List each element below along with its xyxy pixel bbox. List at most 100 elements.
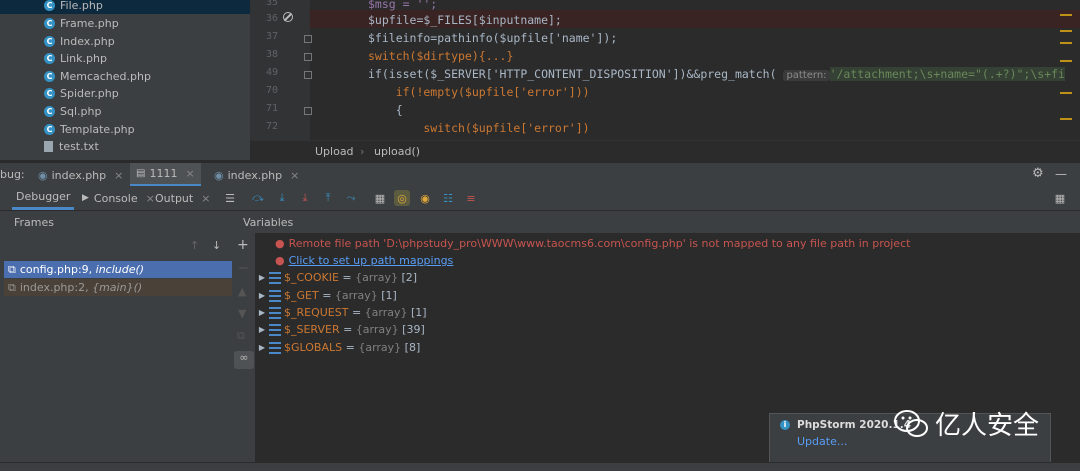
fold-icon[interactable]	[304, 35, 312, 43]
frames-header: Frames	[0, 211, 233, 233]
run-to-cursor-icon[interactable]: ⤳	[343, 190, 359, 206]
code-line: if(isset($_SERVER['HTTP_CONTENT_DISPOSIT…	[368, 67, 1065, 81]
session-tab[interactable]: ◉ index.php ×	[214, 163, 299, 187]
step-over-icon[interactable]: ⤓	[274, 190, 290, 206]
expand-arrow-icon[interactable]: ▶	[255, 308, 269, 317]
add-watch-icon[interactable]: ≡	[463, 190, 479, 206]
arrow-up-icon[interactable]: ↑	[190, 239, 199, 252]
code-line: $fileinfo=pathinfo($upfile['name']);	[368, 31, 618, 45]
list-icon[interactable]: ☷	[440, 190, 456, 206]
update-link[interactable]: Update...	[797, 435, 847, 448]
error-icon: ●	[275, 254, 285, 267]
fold-icon[interactable]	[304, 53, 312, 61]
line-number: 49	[265, 67, 278, 78]
move-up-icon[interactable]: ▲	[238, 285, 246, 298]
close-icon[interactable]: ×	[290, 169, 299, 182]
tab-debugger[interactable]: Debugger	[12, 186, 75, 210]
variable-row[interactable]: ▶ $_COOKIE = {array} [2]	[255, 269, 417, 286]
plus-icon[interactable]: +	[237, 237, 249, 253]
array-icon	[269, 323, 281, 336]
tree-item[interactable]: C Index.php	[44, 32, 115, 50]
php-class-icon: C	[44, 35, 55, 47]
php-class-icon: C	[44, 87, 55, 99]
chevron-right-icon: ›	[360, 145, 365, 158]
variable-row[interactable]: ▶ $_REQUEST = {array} [1]	[255, 304, 427, 321]
tab-output[interactable]: Output ×	[155, 186, 210, 210]
php-file-icon: ◉	[38, 168, 48, 182]
php-class-icon: C	[44, 0, 55, 11]
frame-item[interactable]: ⧉ index.php:2, {main}()	[4, 279, 232, 296]
watermark: 亿人安全	[893, 405, 1039, 442]
arrow-down-icon[interactable]: ↓	[212, 239, 221, 252]
variable-row[interactable]: ▶ $_SERVER = {array} [39]	[255, 321, 425, 338]
tree-item[interactable]: test.txt	[44, 137, 99, 155]
php-class-icon: C	[44, 17, 55, 29]
expand-arrow-icon[interactable]: ▶	[255, 325, 269, 334]
debug-toolbar: Debugger ▶ Console × Output × ☰ ⤼ ⤓ ⤓ ⤒ ⤳ ▦…	[0, 186, 1080, 211]
fold-icon[interactable]	[304, 71, 312, 79]
variables-title: Variables	[243, 216, 294, 229]
expand-arrow-icon[interactable]: ▶	[255, 291, 269, 300]
breadcrumb: Upload › upload()	[250, 140, 1080, 163]
breadcrumb-item[interactable]: Upload	[315, 145, 354, 158]
tree-item[interactable]: C Spider.php	[44, 84, 119, 102]
tree-item[interactable]: C Sql.php	[44, 102, 101, 120]
project-tree: C File.php C Frame.php C Index.php C Link.ph…	[0, 0, 250, 160]
close-icon[interactable]: ×	[146, 192, 155, 205]
debug-icon: ▤	[136, 168, 146, 179]
tab-console[interactable]: ▶ Console ×	[82, 186, 155, 210]
expand-arrow-icon[interactable]: ▶	[255, 273, 269, 282]
line-number: 38	[265, 49, 278, 60]
scroll-marker	[1060, 30, 1072, 32]
path-mapping-row: ● Click to set up path mappings	[275, 252, 453, 269]
minus-icon[interactable]: −	[238, 261, 249, 276]
code-line: $upfile=$_FILES[$inputname];	[368, 13, 562, 27]
copy-icon[interactable]: ⧉	[237, 329, 245, 343]
tree-item[interactable]: C File.php	[0, 0, 250, 14]
scroll-marker	[1060, 42, 1072, 44]
minimize-icon[interactable]: —	[1055, 167, 1067, 181]
breadcrumb-item[interactable]: upload()	[374, 145, 420, 158]
step-out-icon[interactable]: ⤒	[320, 190, 336, 206]
variable-row[interactable]: ▶ $_GET = {array} [1]	[255, 287, 397, 304]
scroll-marker	[1060, 14, 1072, 16]
move-down-icon[interactable]: ▼	[238, 307, 246, 320]
info-icon: i	[780, 420, 790, 430]
code-line: if(!empty($upfile['error']))	[368, 85, 590, 99]
line-number: 37	[265, 31, 278, 42]
session-tab[interactable]: ◉ index.php ×	[38, 163, 123, 187]
breakpoints-icon[interactable]: ◎	[394, 190, 410, 206]
expand-arrow-icon[interactable]: ▶	[255, 343, 269, 352]
variable-row[interactable]: ▶ $GLOBALS = {array} [8]	[255, 339, 420, 356]
array-icon	[269, 341, 281, 354]
array-icon	[269, 306, 281, 319]
tree-item[interactable]: C Link.php	[44, 49, 107, 67]
evaluate-icon[interactable]: ▦	[372, 190, 388, 206]
session-tab[interactable]: ▤ 1111 ×	[130, 163, 201, 187]
tree-item[interactable]: C Frame.php	[44, 14, 119, 32]
disabled-breakpoint-icon[interactable]	[283, 12, 293, 22]
glasses-icon[interactable]: ∞	[234, 351, 254, 369]
frame-item[interactable]: ⧉ config.php:9, include()	[4, 261, 232, 278]
setup-path-mappings-link[interactable]: Click to set up path mappings	[289, 254, 454, 267]
scroll-marker	[1060, 92, 1072, 94]
layout-icon[interactable]: ▦	[1052, 190, 1068, 206]
menu-icon[interactable]: ☰	[222, 190, 238, 206]
fold-icon[interactable]	[304, 107, 312, 115]
tree-item[interactable]: C Memcached.php	[44, 67, 151, 85]
php-class-icon: C	[44, 123, 55, 135]
close-icon[interactable]: ×	[114, 169, 123, 182]
show-execution-point-icon[interactable]: ⤼	[250, 190, 266, 206]
line-number: 35	[265, 0, 278, 8]
code-editor[interactable]: 35 36 37 38 49 70 71 72 $msg = ''; $upfi…	[250, 0, 1080, 140]
code-line: switch($dirtype){...}	[368, 49, 514, 63]
step-into-icon[interactable]: ⤓	[297, 190, 313, 206]
close-icon[interactable]: ×	[185, 167, 194, 180]
mute-breakpoints-icon[interactable]: ◉	[417, 190, 433, 206]
parameter-hint: pattern:	[783, 70, 830, 81]
line-number: 36	[265, 13, 278, 24]
tree-item[interactable]: C Template.php	[44, 120, 135, 138]
gear-icon[interactable]: ⚙	[1032, 166, 1044, 181]
close-icon[interactable]: ×	[201, 192, 210, 205]
php-class-icon: C	[44, 70, 55, 82]
